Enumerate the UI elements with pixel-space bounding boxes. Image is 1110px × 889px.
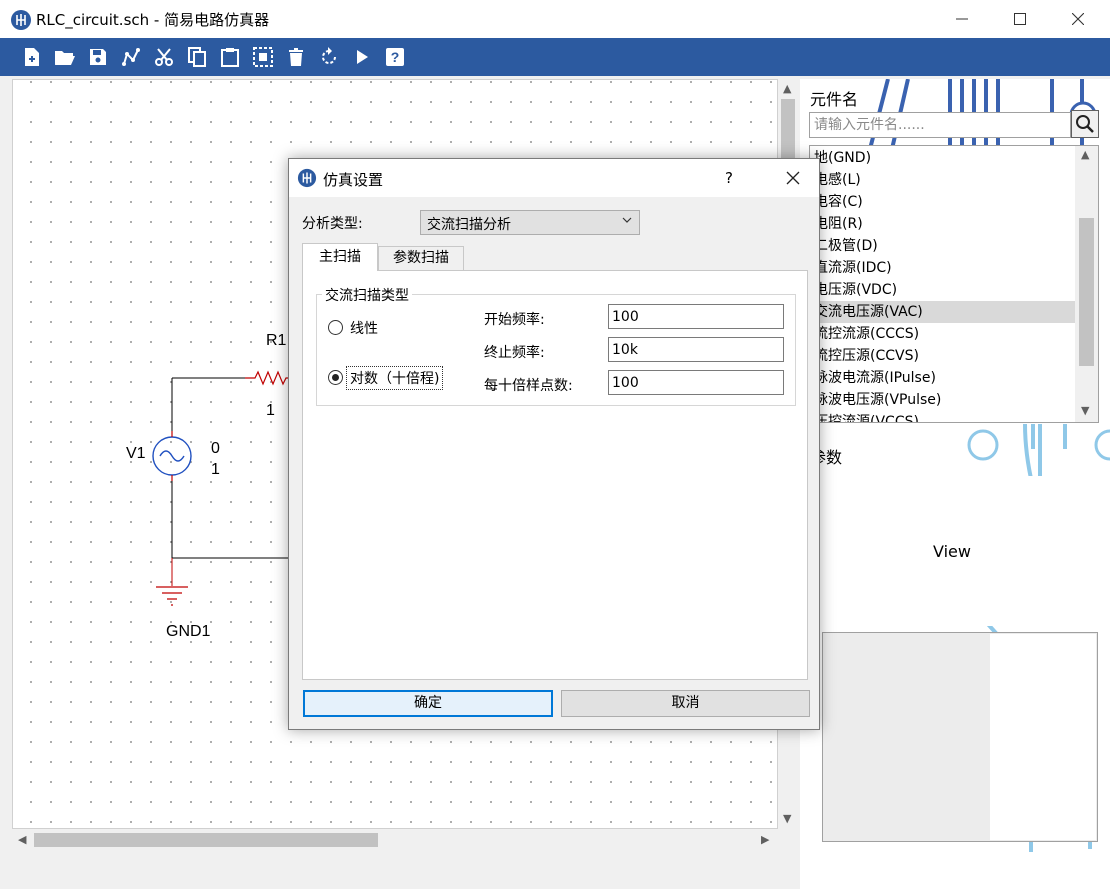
stop-freq-input[interactable]: [608, 337, 784, 362]
ac-sweep-type-title: 交流扫描类型: [322, 285, 412, 305]
scroll-down-icon[interactable]: ▼: [783, 812, 791, 825]
canvas-horizontal-scrollbar[interactable]: ◀ ▶: [12, 829, 778, 851]
maximize-button[interactable]: [997, 0, 1043, 38]
component-list-scrollbar[interactable]: ▲ ▼: [1075, 146, 1098, 422]
list-item-selected[interactable]: 交流电压源(VAC): [812, 301, 1076, 323]
component-search-input[interactable]: [809, 112, 1071, 138]
tab-parameter-sweep[interactable]: 参数扫描: [378, 246, 464, 271]
ok-button[interactable]: 确定: [303, 690, 553, 717]
linear-radio-label[interactable]: 线性: [350, 318, 378, 338]
list-item[interactable]: 流控压源(CCVS): [812, 345, 919, 367]
component-name-label: 元件名: [810, 90, 859, 109]
close-icon: [786, 171, 800, 185]
close-button[interactable]: [1055, 0, 1101, 38]
maximize-icon: [1014, 13, 1026, 25]
radio-selected-dot: [332, 374, 339, 381]
log-radio[interactable]: [328, 370, 343, 385]
start-freq-input[interactable]: [608, 304, 784, 329]
scroll-corner: [778, 829, 798, 851]
scroll-up-icon[interactable]: ▲: [1081, 148, 1089, 161]
analysis-type-select[interactable]: 交流扫描分析: [420, 210, 640, 235]
start-freq-label: 开始频率:: [484, 312, 545, 328]
cancel-button[interactable]: 取消: [561, 690, 810, 717]
scroll-down-icon[interactable]: ▼: [1081, 404, 1089, 417]
list-item[interactable]: 电压源(VDC): [812, 279, 897, 301]
list-item[interactable]: 二极管(D): [812, 235, 878, 257]
minimize-icon: [956, 18, 968, 20]
dialog-title-bar: 仿真设置 ?: [289, 159, 819, 197]
list-item[interactable]: 脉波电压源(VPulse): [812, 389, 941, 411]
analysis-type-value: 交流扫描分析: [427, 217, 511, 233]
search-button[interactable]: [1071, 110, 1099, 138]
gnd1-label: GND1: [166, 623, 211, 640]
v1-param-1: 1: [211, 461, 220, 478]
scroll-left-icon[interactable]: ◀: [18, 833, 26, 846]
analysis-type-label: 分析类型:: [302, 216, 363, 232]
dialog-close-button[interactable]: [775, 162, 811, 194]
component-list-scroll-thumb[interactable]: [1079, 218, 1094, 366]
list-item[interactable]: 直流源(IDC): [812, 257, 892, 279]
close-icon: [1072, 13, 1084, 25]
simulation-settings-dialog: 仿真设置 ? 分析类型: 交流扫描分析 主扫描 参数扫描 交流扫描类型 线性 对…: [288, 158, 820, 730]
view-placeholder-label: View: [933, 542, 971, 561]
dialog-app-icon: [297, 168, 317, 188]
r1-node-label: 1: [266, 402, 275, 419]
search-icon: [1076, 115, 1094, 133]
linear-radio[interactable]: [328, 320, 343, 335]
points-per-decade-label: 每十倍样点数:: [484, 378, 573, 394]
canvas-horizontal-scroll-thumb[interactable]: [34, 833, 378, 847]
ac-source-v1-symbol[interactable]: [152, 431, 192, 481]
stop-freq-label: 终止频率:: [484, 345, 545, 361]
dialog-title: 仿真设置: [323, 171, 384, 189]
dialog-help-button[interactable]: ?: [725, 169, 733, 187]
resistor-r1-symbol[interactable]: [245, 370, 290, 386]
list-item[interactable]: 地(GND): [812, 147, 871, 169]
v1-param-0: 0: [211, 440, 220, 457]
component-list[interactable]: 地(GND) 电感(L) 电容(C) 电阻(R) 二极管(D) 直流源(IDC)…: [809, 145, 1099, 423]
log-radio-label[interactable]: 对数（十倍程): [346, 366, 444, 390]
minimize-button[interactable]: [939, 0, 985, 38]
v1-label: V1: [126, 445, 146, 462]
points-per-decade-input[interactable]: [608, 370, 784, 395]
scroll-up-icon[interactable]: ▲: [783, 82, 791, 95]
list-item[interactable]: 压控流源(VCCS): [812, 411, 919, 422]
r1-label: R1: [266, 332, 287, 349]
chevron-down-icon: [622, 217, 632, 223]
list-item[interactable]: 脉波电流源(IPulse): [812, 367, 936, 389]
list-item[interactable]: 流控流源(CCCS): [812, 323, 919, 345]
preview-canvas: [990, 634, 1096, 840]
ground-symbol[interactable]: [156, 586, 188, 606]
scroll-right-icon[interactable]: ▶: [761, 833, 769, 846]
tab-main-sweep[interactable]: 主扫描: [302, 243, 378, 271]
